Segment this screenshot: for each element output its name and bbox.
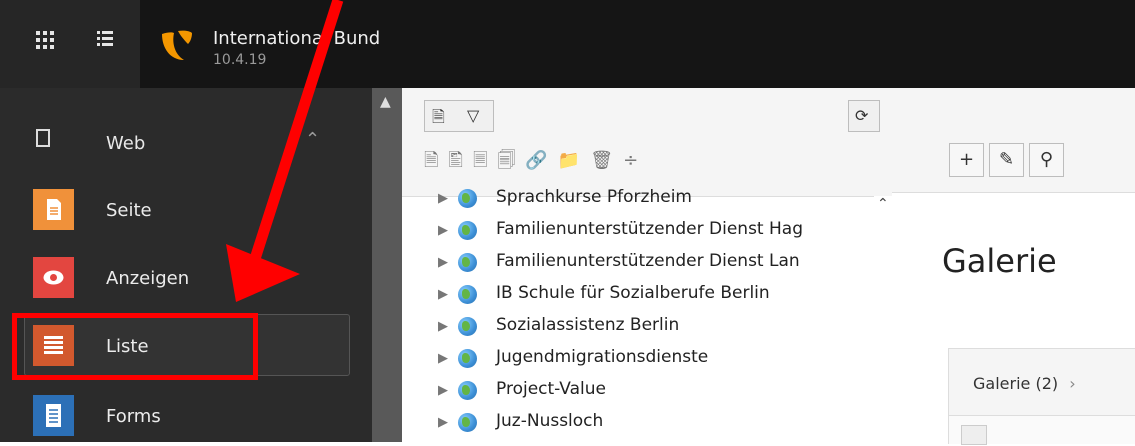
red-arrow-head [226,244,300,302]
red-arrow-shaft [248,0,344,264]
red-arrow-annotation [226,0,344,302]
